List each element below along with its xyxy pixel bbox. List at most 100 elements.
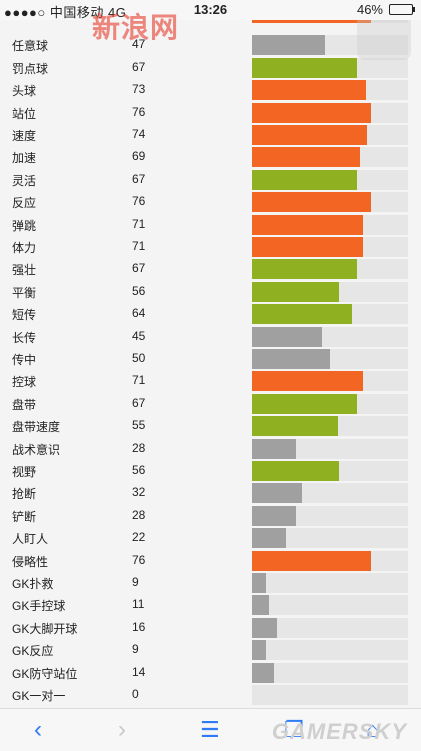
stat-name: GK大脚开球 xyxy=(12,621,78,636)
stat-bar-track xyxy=(252,505,408,526)
table-row: 弹跳 71 xyxy=(0,214,421,236)
stat-name: 战术意识 xyxy=(12,442,61,457)
stat-value: 9 xyxy=(132,575,139,589)
stat-name: 盘带 xyxy=(12,397,37,412)
table-row: 侵略性 76 xyxy=(0,550,421,572)
stat-name: GK一对一 xyxy=(12,689,66,703)
stat-bar xyxy=(252,461,340,481)
stat-name: GK扑救 xyxy=(12,577,54,591)
stat-name: GK手控球 xyxy=(12,599,66,614)
watermark-logo-bottom: GAMERSKY xyxy=(271,719,407,744)
stat-bar-track xyxy=(252,550,408,571)
stat-bar-track xyxy=(252,102,408,123)
stat-name: 强壮 xyxy=(12,263,37,278)
menu-icon[interactable]: ☰ xyxy=(200,715,220,745)
stat-value: 71 xyxy=(132,239,146,253)
stat-value: 0 xyxy=(132,687,139,701)
stat-name: 传中 xyxy=(12,353,37,367)
stat-name: 加速 xyxy=(12,151,37,166)
table-row: 盘带速度 55 xyxy=(0,415,421,437)
table-row: 视野 56 xyxy=(0,460,421,482)
stat-value: 14 xyxy=(132,664,146,679)
stat-value: 67 xyxy=(132,261,146,276)
stat-bar xyxy=(252,505,296,526)
stat-name: 长传 xyxy=(12,330,37,345)
stat-value: 16 xyxy=(132,619,146,634)
stat-bar xyxy=(252,192,371,213)
stat-name: GK防守站位 xyxy=(12,666,78,681)
table-row: 体力 71 xyxy=(0,236,421,258)
stat-value: 67 xyxy=(132,171,146,186)
stat-value: 28 xyxy=(132,440,146,455)
stat-name: 平衡 xyxy=(12,285,37,300)
stat-bar-track xyxy=(252,326,408,347)
stat-value: 32 xyxy=(132,485,146,500)
stat-name: GK反应 xyxy=(12,644,54,659)
stat-bar xyxy=(252,438,296,459)
stat-bar-track xyxy=(252,281,408,302)
stat-bar-track xyxy=(252,237,408,257)
stat-value: 71 xyxy=(132,216,146,231)
chevron-right-icon[interactable]: › xyxy=(118,715,126,745)
stat-value: 73 xyxy=(132,82,146,97)
stat-value: 56 xyxy=(132,463,146,477)
stat-bar xyxy=(252,617,277,638)
stat-name: 头球 xyxy=(12,84,37,99)
table-row: GK防守站位 14 xyxy=(0,662,421,684)
stat-value: 76 xyxy=(132,194,146,209)
stat-bar xyxy=(252,573,267,593)
stat-bar-track xyxy=(252,528,408,549)
stat-value: 67 xyxy=(132,395,146,410)
stat-bar-track xyxy=(252,461,408,481)
stat-bar-track xyxy=(252,640,408,661)
table-row: 平衡 56 xyxy=(0,281,421,303)
table-row: 抢断 32 xyxy=(0,482,421,504)
status-bar: ●●●●○ 中国移动 4G 13:26 46% xyxy=(0,0,421,20)
stat-bar-track xyxy=(252,483,408,504)
stat-bar-track xyxy=(252,685,408,705)
stat-value: 67 xyxy=(132,59,146,74)
stat-bar xyxy=(252,304,352,325)
stat-value: 69 xyxy=(132,149,146,164)
stat-bar xyxy=(252,57,357,78)
stat-name: 灵活 xyxy=(12,173,37,188)
stat-bar xyxy=(252,169,357,190)
stat-bar xyxy=(252,550,371,571)
stat-bar xyxy=(252,595,270,616)
stat-bar xyxy=(252,640,267,661)
stat-bar-track xyxy=(252,349,408,369)
stat-name: 控球 xyxy=(12,375,37,390)
table-row: 灵活 67 xyxy=(0,169,421,191)
stat-name: 侵略性 xyxy=(12,554,49,569)
stat-bar xyxy=(252,662,274,683)
stat-name: 速度 xyxy=(12,129,37,143)
stat-value: 64 xyxy=(132,306,146,321)
stat-bar-track xyxy=(252,662,408,683)
chevron-left-icon[interactable]: ‹ xyxy=(34,715,42,745)
stat-name: 罚点球 xyxy=(12,61,49,76)
stat-bar-track xyxy=(252,80,408,101)
stat-bar xyxy=(252,102,371,123)
stat-name: 视野 xyxy=(12,465,37,479)
stat-value: 55 xyxy=(132,418,146,433)
stat-name: 站位 xyxy=(12,106,37,121)
table-row: 速度 74 xyxy=(0,124,421,146)
stat-bar-track xyxy=(252,416,408,437)
stat-bar-track xyxy=(252,573,408,593)
stat-bar-track xyxy=(252,214,408,235)
floating-button-ghost xyxy=(357,14,411,60)
stat-value: 56 xyxy=(132,283,146,298)
stat-bar-track xyxy=(252,169,408,190)
table-row: 罚点球 67 xyxy=(0,57,421,79)
stat-value: 28 xyxy=(132,507,146,522)
table-row: 传中 50 xyxy=(0,348,421,370)
stat-value: 9 xyxy=(132,642,139,657)
table-row: GK大脚开球 16 xyxy=(0,617,421,639)
browser-toolbar: ‹ › ☰ ❐ ⌂ GAMERSKY xyxy=(0,708,421,751)
table-row: 反应 76 xyxy=(0,191,421,213)
table-row: 盘带 67 xyxy=(0,393,421,415)
table-row: 人盯人 22 xyxy=(0,527,421,549)
stat-bar-track xyxy=(252,438,408,459)
stat-value: 76 xyxy=(132,552,146,567)
table-row: 头球 73 xyxy=(0,79,421,101)
